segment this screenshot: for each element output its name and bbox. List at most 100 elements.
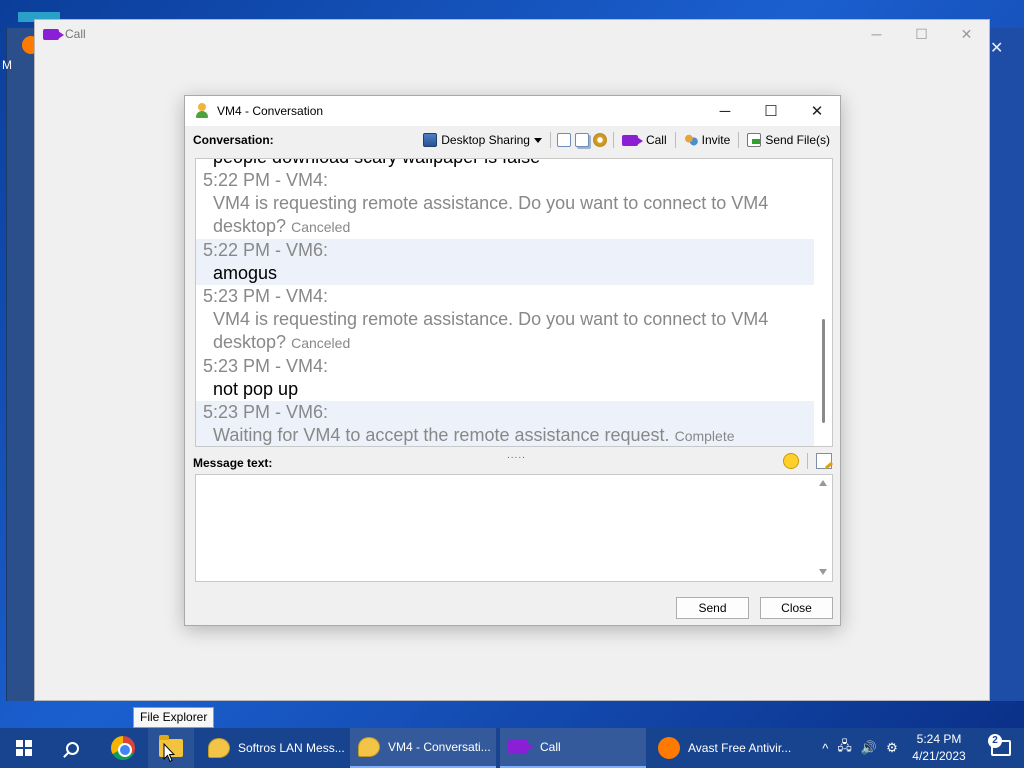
chat-bubble-icon [358, 737, 380, 757]
message-item: 5:22 PM - VM4: VM4 is requesting remote a… [196, 169, 814, 239]
windows-icon [16, 740, 32, 756]
taskbar: Softros LAN Mess... VM4 - Conversati... … [0, 728, 1024, 768]
message-body: VM4 is requesting remote assistance. Do … [203, 308, 807, 355]
invite-label: Invite [701, 133, 731, 147]
clock-time: 5:24 PM [916, 732, 962, 746]
message-item: 5:23 PM - VM6: Waiting for VM4 to accept … [196, 401, 814, 446]
message-item: 5:23 PM - VM4: not pop up [196, 355, 814, 401]
message-text: Waiting for VM4 to accept the remote ass… [213, 425, 670, 445]
background-window-left [6, 28, 36, 701]
background-window-right [988, 28, 1024, 701]
call-maximize-button[interactable]: ☐ [899, 20, 944, 48]
mouse-cursor-icon [163, 743, 175, 763]
call-minimize-button[interactable]: ─ [854, 20, 899, 48]
splitter-grip[interactable]: ..... [507, 450, 526, 461]
message-body: Waiting for VM4 to accept the remote ass… [203, 424, 807, 446]
taskbar-app-label: Call [540, 740, 561, 754]
partial-message-text: people download scary wallpaper is false [203, 159, 807, 169]
taskbar-app-label: Softros LAN Mess... [238, 741, 345, 755]
tooltip: File Explorer [133, 707, 215, 728]
conversation-title: VM4 - Conversation [217, 104, 324, 118]
taskbar-app-label: Avast Free Antivir... [688, 741, 792, 755]
taskbar-app-call[interactable]: Call [500, 728, 646, 768]
system-tray: ^ 🖧 🔊 ⚙ [806, 728, 914, 768]
call-button[interactable]: Call [620, 133, 669, 147]
toolbar-separator [738, 132, 740, 148]
message-text: amogus [213, 263, 278, 283]
notification-count: 2 [988, 734, 1002, 748]
message-item: 5:22 PM - VM6: amogus [196, 239, 814, 285]
message-input-scrollbar[interactable] [815, 477, 831, 579]
conversation-toolbar: Conversation: Desktop Sharing Call Invit… [185, 129, 840, 151]
conversation-maximize-button[interactable]: ☐ [748, 96, 794, 126]
conversation-scrollbar[interactable] [814, 159, 832, 446]
send-files-button[interactable]: Send File(s) [745, 133, 832, 147]
message-header: 5:22 PM - VM4: [203, 170, 329, 190]
taskbar-app-conversation[interactable]: VM4 - Conversati... [350, 728, 496, 768]
call-titlebar[interactable]: Call [35, 20, 989, 48]
clock-date: 4/21/2023 [912, 749, 966, 763]
start-button[interactable] [0, 728, 48, 768]
taskbar-chrome[interactable] [100, 728, 146, 768]
send-files-label: Send File(s) [765, 133, 830, 147]
message-header: 5:23 PM - VM6: [203, 402, 329, 422]
call-label: Call [645, 133, 667, 147]
chrome-icon [111, 736, 135, 760]
scroll-up-icon[interactable] [819, 480, 827, 486]
background-close-icon[interactable]: ✕ [990, 38, 1003, 58]
message-body: VM4 is requesting remote assistance. Do … [203, 192, 807, 239]
message-body: amogus [203, 262, 807, 285]
search-button[interactable] [48, 728, 96, 768]
video-camera-icon [621, 134, 643, 146]
toolbar-separator [674, 132, 676, 148]
chat-bubble-icon [208, 738, 230, 758]
taskbar-app-softros[interactable]: Softros LAN Mess... [200, 728, 346, 768]
smiley-icon[interactable] [783, 453, 799, 469]
send-file-icon [747, 133, 762, 147]
settings-gear-icon[interactable]: ⚙ [886, 740, 898, 756]
message-header: 5:23 PM - VM4: [203, 356, 329, 376]
message-text-label: Message text: [193, 456, 273, 470]
conversation-history[interactable]: people download scary wallpaper is false… [195, 158, 833, 447]
call-window-controls: ─ ☐ ✕ [854, 20, 989, 48]
message-list: people download scary wallpaper is false… [196, 159, 814, 446]
background-label: M [2, 58, 12, 72]
call-window-title: Call [65, 27, 86, 41]
toolbar-buttons: Desktop Sharing Call Invite Send File(s) [421, 132, 832, 148]
toolbar-separator [612, 132, 614, 148]
notification-center-button[interactable]: 2 [978, 728, 1024, 768]
messages-container: 5:22 PM - VM4: VM4 is requesting remote a… [196, 169, 814, 446]
edit-format-icon[interactable] [816, 453, 832, 469]
conversation-window-controls: ─ ☐ ✕ [702, 96, 840, 126]
network-icon[interactable]: 🖧 [837, 737, 852, 759]
volume-icon[interactable]: 🔊 [861, 740, 877, 756]
avast-icon [658, 737, 680, 759]
search-icon [65, 741, 79, 755]
send-button[interactable]: Send [676, 597, 749, 619]
scroll-down-icon[interactable] [819, 569, 827, 575]
user-icon [195, 103, 209, 119]
conversation-window: VM4 - Conversation ─ ☐ ✕ Conversation: D… [184, 95, 841, 626]
message-status: Complete [674, 428, 735, 444]
call-close-button[interactable]: ✕ [944, 20, 989, 48]
settings-gear-icon[interactable] [592, 133, 607, 147]
scrollbar-thumb[interactable] [822, 319, 825, 423]
dropdown-arrow-icon[interactable] [533, 137, 542, 143]
clock[interactable]: 5:24 PM 4/21/2023 [904, 728, 974, 768]
desktop-sharing-button[interactable]: Desktop Sharing [421, 133, 544, 147]
message-item: 5:23 PM - VM4: VM4 is requesting remote a… [196, 285, 814, 355]
message-input[interactable] [195, 474, 833, 582]
chevron-up-icon[interactable]: ^ [822, 741, 828, 756]
conversation-minimize-button[interactable]: ─ [702, 96, 748, 126]
conversation-close-button[interactable]: ✕ [794, 96, 840, 126]
message-header: 5:22 PM - VM6: [203, 240, 329, 260]
partial-message: people download scary wallpaper is false [196, 159, 814, 169]
taskbar-app-label: VM4 - Conversati... [388, 740, 491, 754]
close-button[interactable]: Close [760, 597, 833, 619]
taskbar-app-avast[interactable]: Avast Free Antivir... [650, 728, 796, 768]
message-tools [783, 453, 832, 469]
history-icon[interactable] [556, 133, 571, 147]
invite-button[interactable]: Invite [682, 133, 733, 147]
copy-icon[interactable] [574, 133, 589, 147]
message-header: 5:23 PM - VM4: [203, 286, 329, 306]
